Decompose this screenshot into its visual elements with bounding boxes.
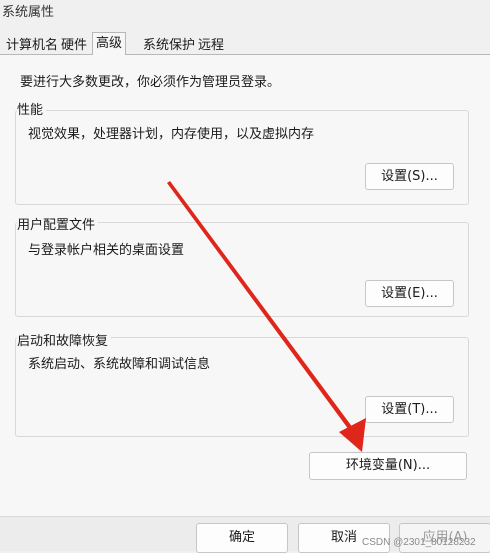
startup-group: 系统启动、系统故障和调试信息 设置(T)...: [15, 337, 469, 437]
ok-button[interactable]: 确定: [196, 523, 288, 553]
tab-advanced[interactable]: 高级: [92, 32, 127, 56]
profiles-settings-button[interactable]: 设置(E)...: [365, 280, 454, 307]
startup-label: 启动和故障恢复: [17, 330, 112, 349]
startup-settings-button[interactable]: 设置(T)...: [365, 396, 454, 423]
performance-desc: 视觉效果，处理器计划，内存使用，以及虚拟内存: [28, 127, 315, 142]
profiles-group: 与登录帐户相关的桌面设置 设置(E)...: [15, 222, 469, 317]
profiles-desc: 与登录帐户相关的桌面设置: [28, 243, 185, 258]
tab-hardware[interactable]: 硬件: [58, 36, 90, 55]
performance-settings-button[interactable]: 设置(S)...: [365, 163, 454, 190]
window-title: 系统属性: [2, 5, 55, 20]
performance-group: 视觉效果，处理器计划，内存使用，以及虚拟内存 设置(S)...: [15, 110, 469, 205]
tab-system-protection[interactable]: 系统保护: [140, 36, 198, 55]
tab-remote[interactable]: 远程: [195, 36, 227, 55]
tab-bar: 计算机名 硬件 高级 系统保护 远程: [0, 31, 490, 56]
tab-computer-name[interactable]: 计算机名: [3, 36, 61, 55]
environment-variables-button[interactable]: 环境变量(N)...: [309, 452, 467, 480]
startup-desc: 系统启动、系统故障和调试信息: [28, 357, 211, 372]
performance-label: 性能: [17, 99, 47, 118]
admin-note: 要进行大多数更改，你必须作为管理员登录。: [20, 75, 281, 90]
watermark-text: CSDN @2301_80128232: [362, 537, 476, 548]
profiles-label: 用户配置文件: [17, 214, 99, 233]
